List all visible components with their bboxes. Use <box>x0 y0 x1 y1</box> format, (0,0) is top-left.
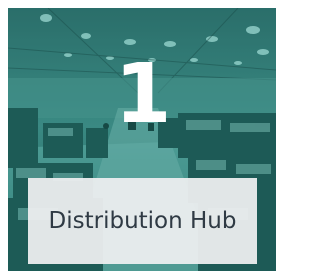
distribution-hub-tile[interactable]: 1 Distribution Hub <box>8 8 276 271</box>
label-box: Distribution Hub <box>28 178 257 264</box>
tile-label: Distribution Hub <box>48 207 237 234</box>
tile-number: 1 <box>114 47 171 142</box>
